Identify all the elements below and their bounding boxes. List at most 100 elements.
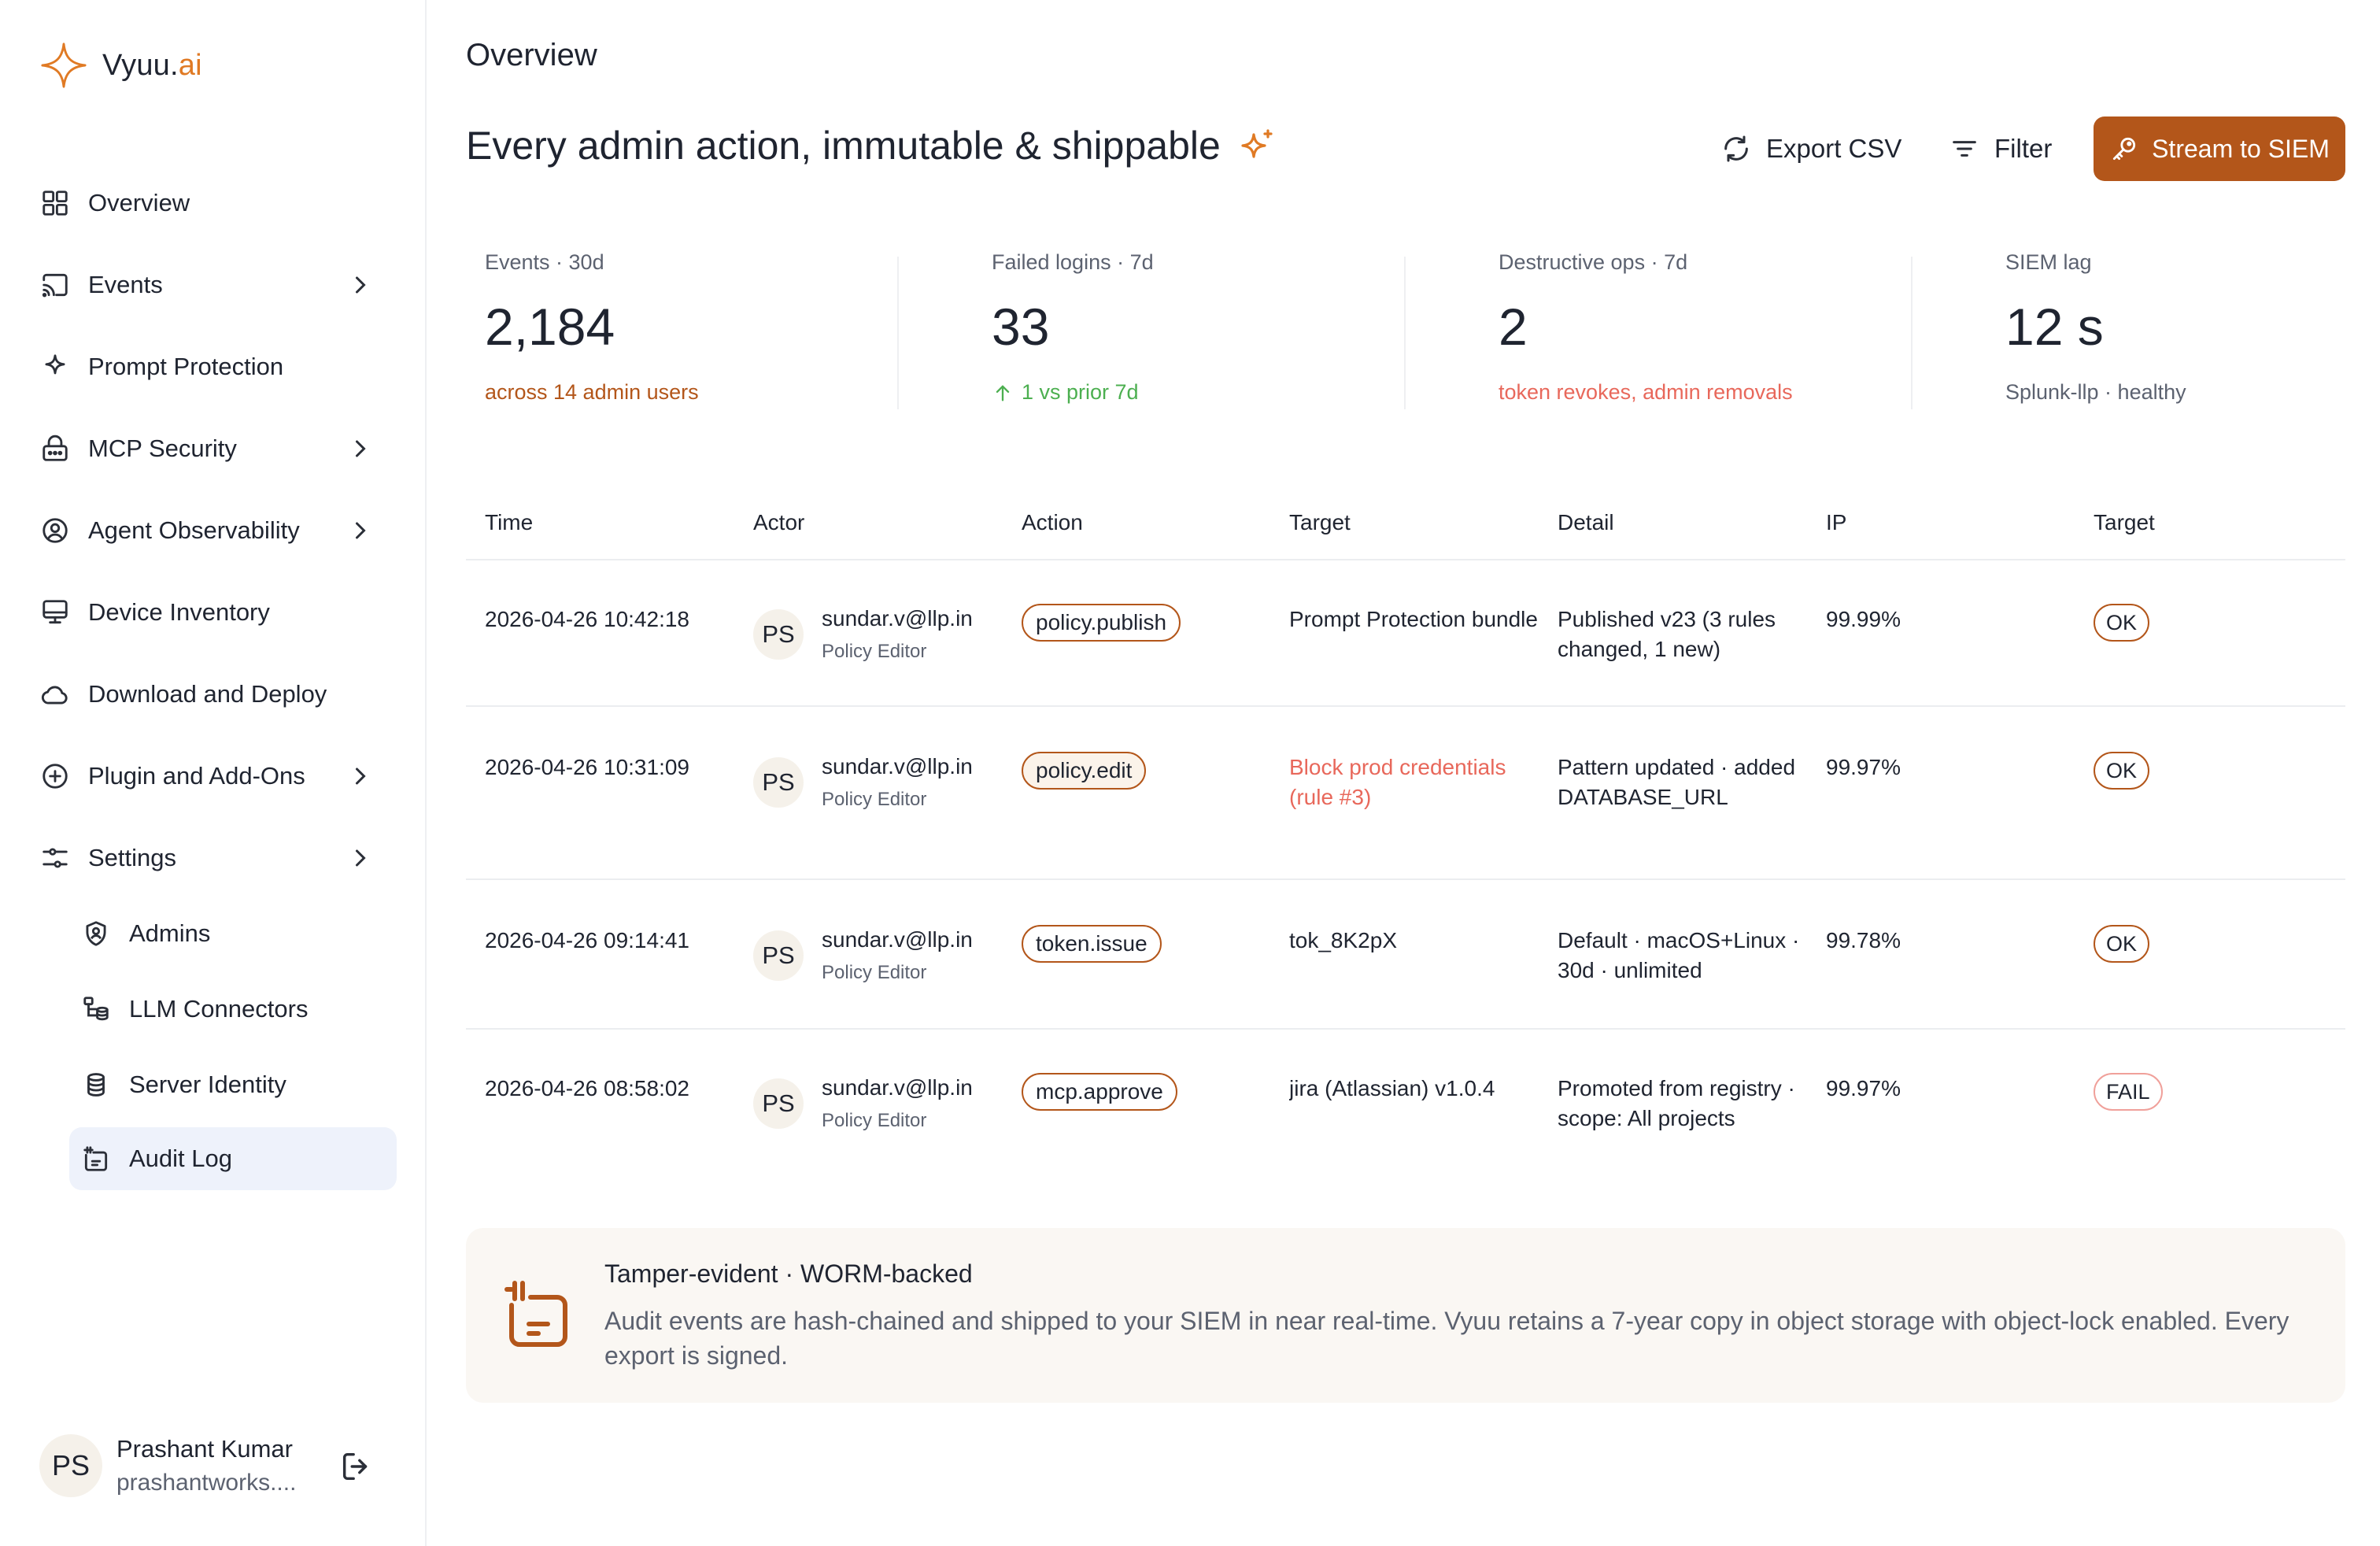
- brand-logo-icon: [41, 43, 87, 88]
- sidebar-item-label: Plugin and Add-Ons: [88, 762, 305, 790]
- sidebar-item-label: Server Identity: [129, 1071, 286, 1098]
- avatar: PS: [753, 930, 804, 981]
- filter-button[interactable]: Filter: [1949, 118, 2052, 179]
- sidebar-item-label: Prompt Protection: [88, 353, 284, 380]
- actor-role: Policy Editor: [822, 962, 927, 983]
- sidebar-item-overview[interactable]: Overview: [39, 172, 395, 235]
- time-cell: 2026-04-26 08:58:02: [485, 1076, 689, 1100]
- actor-email: sundar.v@llp.in: [822, 927, 973, 952]
- logout-icon[interactable]: [338, 1448, 375, 1485]
- divider: [897, 257, 899, 409]
- time-cell: 2026-04-26 10:31:09: [485, 755, 689, 779]
- stat-sub: Splunk-llp · healthy: [2005, 380, 2336, 405]
- audit-log-icon: [504, 1281, 567, 1347]
- stat-sub: token revokes, admin removals: [1499, 380, 1971, 405]
- actor-role: Policy Editor: [822, 1110, 927, 1131]
- time-cell: 2026-04-26 09:14:41: [485, 928, 689, 952]
- sidebar-item-agent-observability[interactable]: Agent Observability: [39, 499, 395, 562]
- detail-cell: Published v23 (3 rules changed, 1 new): [1558, 607, 1776, 661]
- chevron-right-icon: [356, 849, 366, 867]
- avatar: PS: [39, 1434, 102, 1497]
- sidebar-item-prompt-protection[interactable]: Prompt Protection: [39, 335, 395, 398]
- action-badge: token.issue: [1022, 925, 1162, 963]
- column-header-ip[interactable]: IP: [1826, 510, 1846, 535]
- target-cell[interactable]: Prompt Protection bundle: [1289, 605, 1539, 634]
- sidebar-subitem-audit-log[interactable]: Audit Log: [69, 1127, 397, 1190]
- sidebar-item-label: Download and Deploy: [88, 680, 327, 708]
- status-badge: OK: [2094, 925, 2150, 963]
- arrow-up-icon: [996, 385, 1010, 401]
- sidebar: Vyuu.ai Overview Events Prompt Protectio…: [0, 0, 427, 1546]
- page-title: Overview: [466, 38, 597, 72]
- column-header-target[interactable]: Target: [1289, 510, 1351, 535]
- sidebar-item-download-and-deploy[interactable]: Download and Deploy: [39, 663, 395, 726]
- audit-log-icon: [80, 1143, 112, 1174]
- target-link[interactable]: Block prod credentials (rule #3): [1289, 753, 1539, 812]
- monitor-icon: [39, 597, 71, 628]
- export-csv-label: Export CSV: [1766, 134, 1902, 163]
- brand[interactable]: Vyuu.ai: [39, 41, 202, 90]
- cast-icon: [39, 269, 71, 301]
- refresh-icon: [1724, 135, 1748, 162]
- sidebar-item-mcp-security[interactable]: MCP Security: [39, 417, 395, 480]
- user-profile[interactable]: PS Prashant Kumar prashantworks....: [39, 1426, 386, 1505]
- stat-sub: across 14 admin users: [485, 380, 957, 405]
- plus-circle-icon: [39, 760, 71, 792]
- stat-value: 12 s: [2005, 298, 2104, 356]
- connector-icon: [80, 993, 112, 1025]
- stat-value: 2: [1499, 298, 1528, 356]
- avatar: PS: [753, 1078, 804, 1129]
- sparkle-icon: [1241, 129, 1273, 158]
- hero-title: Every admin action, immutable & shippabl…: [466, 123, 1276, 168]
- ip-cell: 99.78%: [1826, 928, 1901, 952]
- column-header-action[interactable]: Action: [1022, 510, 1083, 535]
- sidebar-item-label: MCP Security: [88, 435, 237, 462]
- sidebar-item-label: Overview: [88, 189, 190, 216]
- actor-role: Policy Editor: [822, 789, 927, 810]
- sidebar-item-device-inventory[interactable]: Device Inventory: [39, 581, 395, 644]
- user-text: Prashant Kumar prashantworks....: [116, 1435, 323, 1496]
- sparkle-icon: [39, 351, 71, 383]
- grid-icon: [39, 187, 71, 219]
- column-header-detail[interactable]: Detail: [1558, 510, 1614, 535]
- sidebar-subitem-admins[interactable]: Admins: [69, 902, 397, 965]
- column-header-status[interactable]: Target: [2094, 510, 2155, 535]
- stat-value: 2,184: [485, 298, 615, 356]
- lock-icon: [39, 433, 71, 464]
- column-header-actor[interactable]: Actor: [753, 510, 804, 535]
- target-cell[interactable]: tok_8K2pX: [1289, 926, 1539, 956]
- sidebar-item-events[interactable]: Events: [39, 253, 395, 316]
- status-badge: FAIL: [2094, 1073, 2163, 1111]
- export-csv-button[interactable]: Export CSV: [1720, 118, 1901, 179]
- action-badge: policy.publish: [1022, 604, 1181, 642]
- sidebar-subitem-llm-connectors[interactable]: LLM Connectors: [69, 978, 397, 1041]
- sidebar-item-label: Agent Observability: [88, 516, 300, 544]
- ip-cell: 99.97%: [1826, 1076, 1901, 1100]
- key-icon: [2112, 137, 2136, 161]
- target-cell[interactable]: jira (Atlassian) v1.0.4: [1289, 1074, 1539, 1104]
- actor-email: sundar.v@llp.in: [822, 606, 973, 631]
- divider: [466, 705, 2345, 707]
- card-title: Tamper-evident · WORM-backed: [604, 1259, 973, 1288]
- divider: [466, 878, 2345, 880]
- stat-sub-text: 1 vs prior 7d: [1022, 380, 1139, 404]
- card-body: Audit events are hash-chained and shippe…: [604, 1307, 2289, 1370]
- action-badge: policy.edit: [1022, 752, 1147, 790]
- stream-to-siem-button[interactable]: Stream to SIEM: [2094, 117, 2345, 181]
- sidebar-item-plugin-and-add-ons[interactable]: Plugin and Add-Ons: [39, 745, 395, 808]
- column-header-time[interactable]: Time: [485, 510, 533, 535]
- stat-label: Failed logins · 7d: [992, 250, 1154, 274]
- ip-cell: 99.99%: [1826, 607, 1901, 631]
- stat-sub-text: token revokes, admin removals: [1499, 380, 1793, 404]
- detail-cell: Default · macOS+Linux · 30d · unlimited: [1558, 928, 1800, 982]
- stat-sub-text: across 14 admin users: [485, 380, 699, 404]
- sidebar-item-label: Events: [88, 271, 163, 298]
- divider: [466, 1028, 2345, 1030]
- avatar: PS: [753, 757, 804, 808]
- sidebar-item-settings[interactable]: Settings: [39, 827, 395, 890]
- sliders-icon: [39, 842, 71, 874]
- actor-role: Policy Editor: [822, 641, 927, 662]
- sidebar-subitem-server-identity[interactable]: Server Identity: [69, 1053, 397, 1116]
- actor-email: sundar.v@llp.in: [822, 754, 973, 779]
- cloud-icon: [39, 679, 71, 710]
